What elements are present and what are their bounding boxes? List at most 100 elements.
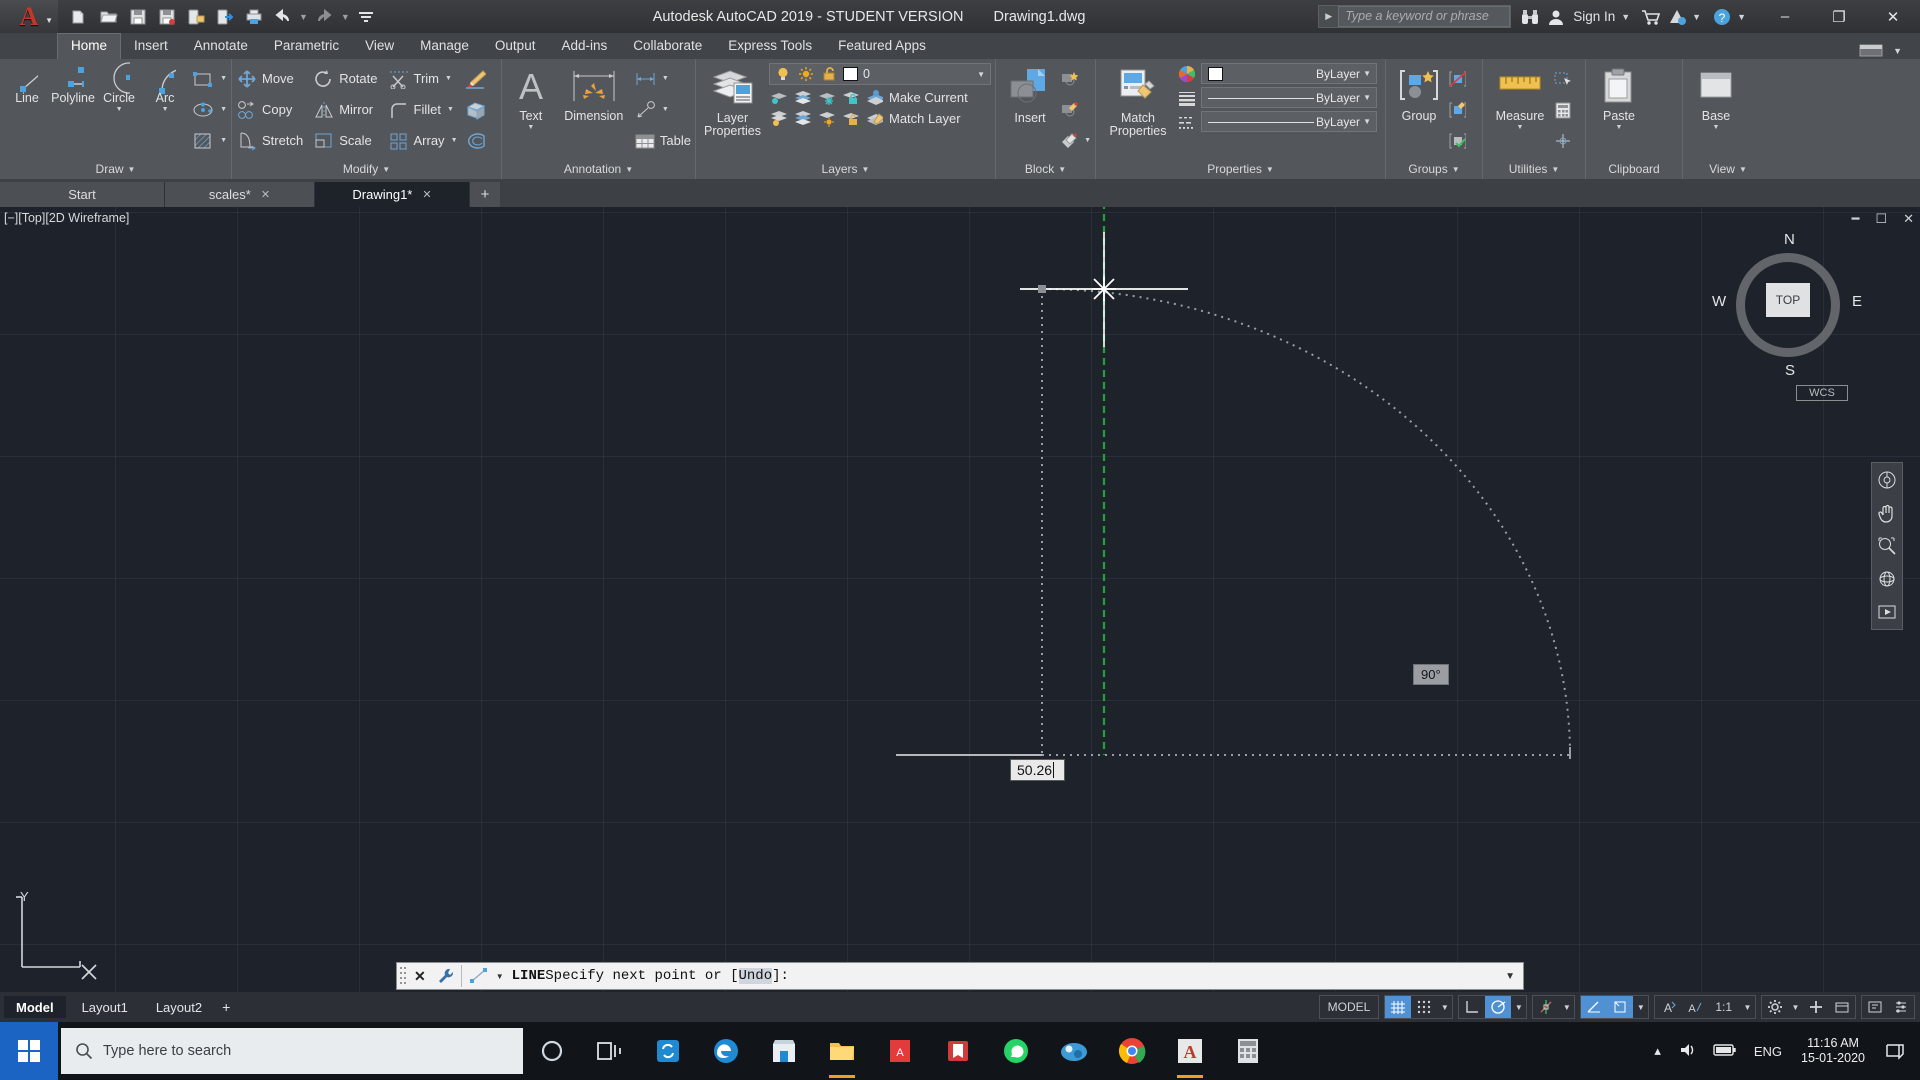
- ribbon-tab-collaborate[interactable]: Collaborate: [620, 34, 715, 59]
- hardware-accel-icon[interactable]: [1829, 996, 1855, 1018]
- pdf-reader-icon[interactable]: A: [871, 1022, 929, 1080]
- wcs-button[interactable]: WCS: [1796, 385, 1848, 401]
- annotation-scale-value[interactable]: 1:1: [1707, 996, 1740, 1018]
- tool-base-view-dropdown-icon[interactable]: ▼: [1713, 124, 1720, 131]
- chevron-down-icon[interactable]: ▼: [45, 16, 53, 25]
- help-icon[interactable]: ?: [1709, 4, 1735, 30]
- tool-circle-dropdown-icon[interactable]: ▼: [116, 106, 123, 113]
- language-indicator[interactable]: ENG: [1746, 1044, 1790, 1059]
- tool-leader[interactable]: ▼: [634, 94, 691, 125]
- tool-linear-dimension-dropdown-icon[interactable]: ▼: [662, 75, 669, 82]
- polar-dropdown-icon[interactable]: ▼: [1511, 1003, 1526, 1012]
- tool-group-selection-on[interactable]: [1448, 125, 1466, 156]
- color-combo[interactable]: ByLayer ▼: [1201, 63, 1377, 84]
- tool-rectangle[interactable]: ▼: [192, 63, 227, 94]
- file-tab-drawing1[interactable]: Drawing1* ✕: [315, 182, 470, 207]
- tool-ungroup[interactable]: [1448, 63, 1466, 94]
- open-file-icon[interactable]: [95, 3, 122, 30]
- layer-isolate-icon[interactable]: [793, 88, 811, 106]
- media-icon[interactable]: [1045, 1022, 1103, 1080]
- panel-expand-icon[interactable]: ▼: [1452, 165, 1460, 174]
- sync-icon[interactable]: [639, 1022, 697, 1080]
- maximize-button[interactable]: ❐: [1812, 0, 1866, 33]
- battery-icon[interactable]: [1707, 1042, 1743, 1061]
- sign-in-dropdown-icon[interactable]: ▼: [1619, 12, 1638, 22]
- layer-lock-icon[interactable]: [841, 88, 859, 106]
- close-icon[interactable]: ✕: [409, 968, 431, 985]
- open-from-web-icon[interactable]: [211, 3, 238, 30]
- panel-expand-icon[interactable]: ▼: [382, 165, 390, 174]
- minimize-button[interactable]: –: [1758, 0, 1812, 33]
- tool-mirror[interactable]: Mirror: [313, 94, 377, 125]
- color-combo-dropdown-icon[interactable]: ▼: [1363, 69, 1371, 78]
- polar-tracking-icon[interactable]: [1485, 996, 1512, 1018]
- layer-combo-dropdown-icon[interactable]: ▼: [977, 70, 985, 79]
- viewcube-south-label[interactable]: S: [1785, 362, 1795, 379]
- orbit-icon[interactable]: [1875, 568, 1899, 590]
- tool-arc[interactable]: Arc ▼: [142, 63, 188, 113]
- model-paper-toggle[interactable]: MODEL: [1320, 996, 1379, 1018]
- osnap-dropdown-icon[interactable]: ▼: [1559, 1003, 1574, 1012]
- cart-icon[interactable]: [1638, 4, 1664, 30]
- tool-explode[interactable]: [464, 125, 486, 156]
- customization-icon[interactable]: [1888, 996, 1914, 1018]
- layout-tab-model[interactable]: Model: [4, 996, 66, 1018]
- volume-icon[interactable]: [1672, 1041, 1704, 1062]
- undo-dropdown-icon[interactable]: ▼: [299, 12, 308, 22]
- tool-ellipse-dropdown-icon[interactable]: ▼: [220, 106, 227, 113]
- tool-base-view[interactable]: Base ▼: [1687, 63, 1745, 131]
- layer-off-icon[interactable]: [769, 88, 787, 106]
- autodesk-app-icon[interactable]: [1664, 4, 1690, 30]
- tool-quick-calc[interactable]: [1553, 94, 1571, 125]
- layer-on-all-icon[interactable]: [769, 109, 787, 127]
- ribbon-tab-manage[interactable]: Manage: [407, 34, 482, 59]
- layer-combo[interactable]: 0 ▼: [769, 63, 991, 85]
- undo-icon[interactable]: [269, 3, 296, 30]
- tool-leader-dropdown-icon[interactable]: ▼: [662, 106, 669, 113]
- tool-erase[interactable]: [464, 63, 486, 94]
- ucs-icon[interactable]: [1607, 996, 1634, 1018]
- tool-edit-block[interactable]: [1060, 94, 1091, 125]
- ribbon-tab-annotate[interactable]: Annotate: [181, 34, 261, 59]
- close-button[interactable]: ✕: [1866, 0, 1920, 33]
- tool-insert-block[interactable]: Insert: [1000, 63, 1060, 125]
- books-icon[interactable]: [929, 1022, 987, 1080]
- lineweight-combo-dropdown-icon[interactable]: ▼: [1363, 93, 1371, 102]
- tool-hatch-dropdown-icon[interactable]: ▼: [220, 137, 227, 144]
- ribbon-tab-featured-apps[interactable]: Featured Apps: [825, 34, 939, 59]
- new-tab-button[interactable]: +: [470, 182, 500, 207]
- tool-layer-properties[interactable]: Layer Properties: [700, 63, 765, 138]
- wrench-icon[interactable]: [431, 967, 461, 985]
- tool-ellipse[interactable]: ▼: [192, 94, 227, 125]
- calculator-icon[interactable]: [1219, 1022, 1277, 1080]
- auto-scale-icon[interactable]: A: [1681, 996, 1707, 1018]
- tool-point-style[interactable]: [1553, 125, 1571, 156]
- ribbon-tab-home[interactable]: Home: [57, 33, 122, 59]
- panel-expand-icon[interactable]: ▼: [1058, 165, 1066, 174]
- application-menu-button[interactable]: A ▼: [0, 0, 58, 33]
- tool-trim-dropdown-icon[interactable]: ▼: [445, 75, 452, 82]
- tool-measure[interactable]: Measure ▼: [1487, 63, 1553, 131]
- grid-icon[interactable]: [1385, 996, 1412, 1018]
- app-dropdown-icon[interactable]: ▼: [1690, 12, 1709, 22]
- close-icon[interactable]: ✕: [261, 188, 270, 201]
- panel-expand-icon[interactable]: ▼: [1266, 165, 1274, 174]
- tool-rotate[interactable]: Rotate: [313, 63, 378, 94]
- tool-edit-attribute-dropdown-icon[interactable]: ▼: [1084, 137, 1091, 144]
- sign-in-button[interactable]: Sign In: [1569, 9, 1619, 24]
- task-view-icon[interactable]: [581, 1022, 639, 1080]
- ribbon-options-dropdown-icon[interactable]: ▼: [1891, 46, 1910, 56]
- tool-measure-dropdown-icon[interactable]: ▼: [1517, 124, 1524, 131]
- ortho-icon[interactable]: [1459, 996, 1485, 1018]
- store-icon[interactable]: [755, 1022, 813, 1080]
- tool-move[interactable]: Move: [236, 63, 303, 94]
- command-option-undo[interactable]: Undo: [738, 968, 773, 984]
- search-input[interactable]: Type a keyword or phrase: [1338, 6, 1511, 27]
- layer-on-icon[interactable]: [774, 65, 792, 83]
- layer-unlock-all-icon[interactable]: [841, 109, 859, 127]
- tool-fillet-dropdown-icon[interactable]: ▼: [447, 106, 454, 113]
- layer-thaw-icon[interactable]: [797, 65, 815, 83]
- file-tab-start[interactable]: Start: [0, 182, 165, 207]
- ucs-dropdown-icon[interactable]: ▼: [1633, 1003, 1648, 1012]
- search-dropdown-icon[interactable]: ▶: [1319, 11, 1338, 22]
